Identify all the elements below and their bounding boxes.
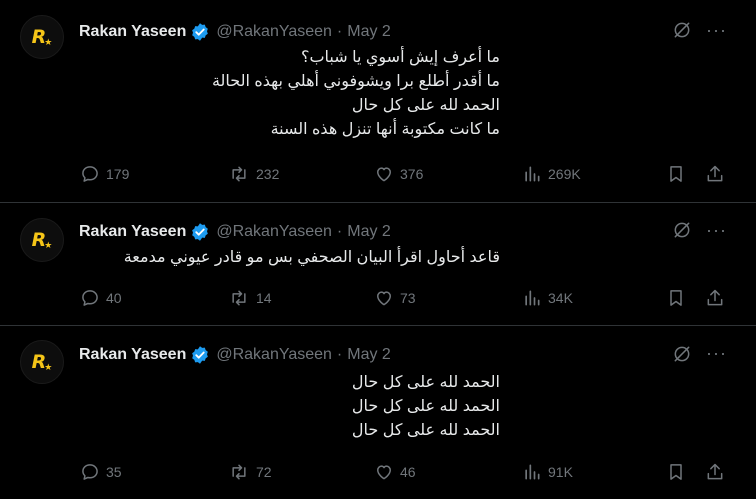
tweet-line: ما كانت مكتوبة أنها تنزل هذه السنة: [270, 121, 500, 138]
tweet-line: الحمد لله على كل حال: [351, 422, 500, 439]
author-name[interactable]: Rakan Yaseen: [79, 23, 186, 41]
like-icon: [377, 465, 391, 480]
verified-badge-icon[interactable]: [190, 22, 210, 42]
tweet[interactable]: R ★ Rakan Yaseen @RakanYaseen · May 2 ···…: [0, 203, 756, 326]
avatar-logo: R: [31, 26, 47, 48]
author-name[interactable]: Rakan Yaseen: [79, 346, 186, 364]
retweet-count: 72: [256, 464, 272, 480]
views-icon: [525, 464, 540, 480]
bookmark-icon[interactable]: [666, 164, 686, 184]
verified-badge-icon[interactable]: [190, 345, 210, 365]
tweet-text: الحمد لله على كل حال الحمد لله على كل حا…: [352, 371, 500, 443]
verified-badge-icon[interactable]: [190, 222, 210, 242]
views-count: 34K: [548, 290, 573, 306]
grok-icon[interactable]: [672, 220, 692, 240]
views-count: 269K: [548, 166, 581, 182]
tweet-date[interactable]: May 2: [347, 223, 391, 241]
grok-icon[interactable]: [672, 344, 692, 364]
views-button[interactable]: 91K: [522, 462, 573, 482]
tweet-line: قاعد أحاول اقرأ البيان الصحفي بس مو قادر…: [123, 249, 500, 266]
tweet-line: الحمد لله على كل حال: [351, 97, 500, 114]
like-icon: [377, 291, 391, 306]
tweet-line: ما أقدر أطلع برا ويشوفوني أهلي بهذه الحا…: [211, 73, 500, 90]
reply-count: 35: [106, 464, 122, 480]
views-button[interactable]: 269K: [522, 164, 581, 184]
reply-button[interactable]: 35: [80, 462, 122, 482]
share-icon[interactable]: [705, 288, 725, 308]
retweet-icon: [232, 166, 246, 182]
reply-button[interactable]: 40: [80, 288, 122, 308]
tweet-actions: 179 232 376 269K: [0, 164, 756, 184]
views-count: 91K: [548, 464, 573, 480]
bookmark-icon[interactable]: [666, 462, 686, 482]
avatar[interactable]: R ★: [20, 15, 64, 59]
like-count: 376: [400, 166, 424, 182]
share-icon[interactable]: [705, 164, 725, 184]
avatar[interactable]: R ★: [20, 218, 64, 262]
like-icon: [377, 167, 391, 182]
retweet-count: 14: [256, 290, 272, 306]
author-handle[interactable]: @RakanYaseen: [216, 346, 332, 364]
reply-button[interactable]: 179: [80, 164, 129, 184]
tweet-header: Rakan Yaseen @RakanYaseen · May 2: [79, 222, 391, 242]
retweet-icon: [232, 464, 246, 480]
tweet-text: قاعد أحاول اقرأ البيان الصحفي بس مو قادر…: [124, 246, 500, 270]
separator-dot: ·: [336, 223, 343, 240]
more-icon[interactable]: ···: [706, 343, 727, 364]
tweet-line: ما أعرف إيش أسوي يا شباب؟: [300, 49, 500, 66]
like-count: 73: [400, 290, 416, 306]
tweet-header: Rakan Yaseen @RakanYaseen · May 2: [79, 22, 391, 42]
reply-count: 40: [106, 290, 122, 306]
reply-icon: [82, 464, 98, 480]
bookmark-icon[interactable]: [666, 288, 686, 308]
like-count: 46: [400, 464, 416, 480]
author-handle[interactable]: @RakanYaseen: [216, 223, 332, 241]
views-icon: [525, 166, 540, 182]
retweet-button[interactable]: 72: [228, 462, 272, 482]
avatar-logo: R: [31, 229, 47, 251]
avatar-logo: R: [31, 351, 47, 373]
tweet-text: ما أعرف إيش أسوي يا شباب؟ ما أقدر أطلع ب…: [212, 46, 500, 142]
tweet-actions: 35 72 46 91K: [0, 462, 756, 482]
tweet-line: الحمد لله على كل حال: [351, 398, 500, 415]
tweet-actions: 40 14 73 34K: [0, 288, 756, 308]
like-button[interactable]: 46: [374, 462, 416, 482]
avatar[interactable]: R ★: [20, 340, 64, 384]
tweet-date[interactable]: May 2: [347, 23, 391, 41]
author-name[interactable]: Rakan Yaseen: [79, 223, 186, 241]
retweet-count: 232: [256, 166, 280, 182]
views-icon: [525, 290, 540, 306]
like-button[interactable]: 73: [374, 288, 416, 308]
tweet-header: Rakan Yaseen @RakanYaseen · May 2: [79, 345, 391, 365]
tweet[interactable]: R ★ Rakan Yaseen @RakanYaseen · May 2 ···…: [0, 326, 756, 499]
reply-count: 179: [106, 166, 130, 182]
retweet-button[interactable]: 14: [228, 288, 272, 308]
share-icon[interactable]: [705, 462, 725, 482]
reply-icon: [82, 166, 98, 182]
more-icon[interactable]: ···: [706, 220, 727, 241]
reply-icon: [82, 290, 98, 306]
separator-dot: ·: [336, 23, 343, 40]
tweet-date[interactable]: May 2: [347, 346, 391, 364]
retweet-icon: [232, 290, 246, 306]
retweet-button[interactable]: 232: [228, 164, 279, 184]
more-icon[interactable]: ···: [706, 20, 727, 41]
like-button[interactable]: 376: [374, 164, 423, 184]
grok-icon[interactable]: [672, 20, 692, 40]
separator-dot: ·: [336, 346, 343, 363]
author-handle[interactable]: @RakanYaseen: [216, 23, 332, 41]
tweet-line: الحمد لله على كل حال: [351, 374, 500, 391]
tweet[interactable]: R ★ Rakan Yaseen @RakanYaseen · May 2 ···…: [0, 0, 756, 203]
views-button[interactable]: 34K: [522, 288, 573, 308]
